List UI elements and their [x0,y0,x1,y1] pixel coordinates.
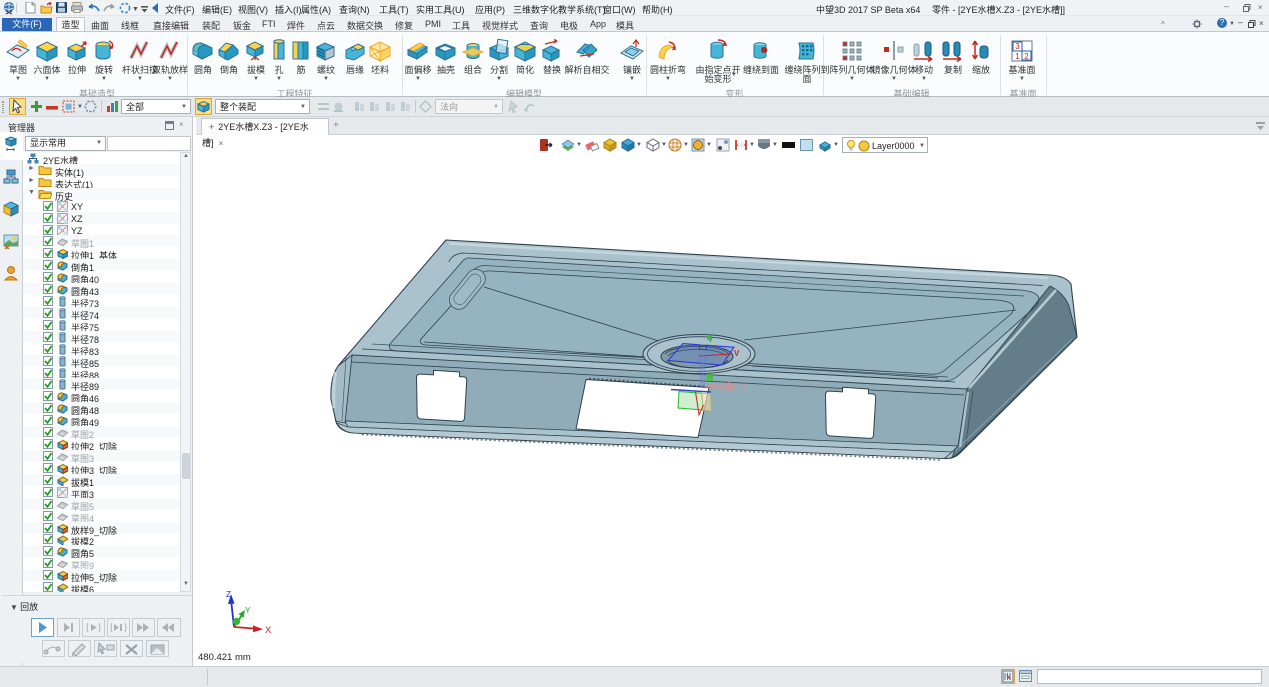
svg-text:1: 1 [1015,52,1020,61]
svg-text:X: X [265,625,272,636]
svg-text:Z: Z [226,589,231,599]
svg-text:2: 2 [1024,52,1029,61]
svg-text:3: 3 [1015,42,1020,51]
svg-text:X: X [740,382,746,392]
svg-text:Y: Y [245,605,251,615]
svg-text:V: V [734,349,740,358]
